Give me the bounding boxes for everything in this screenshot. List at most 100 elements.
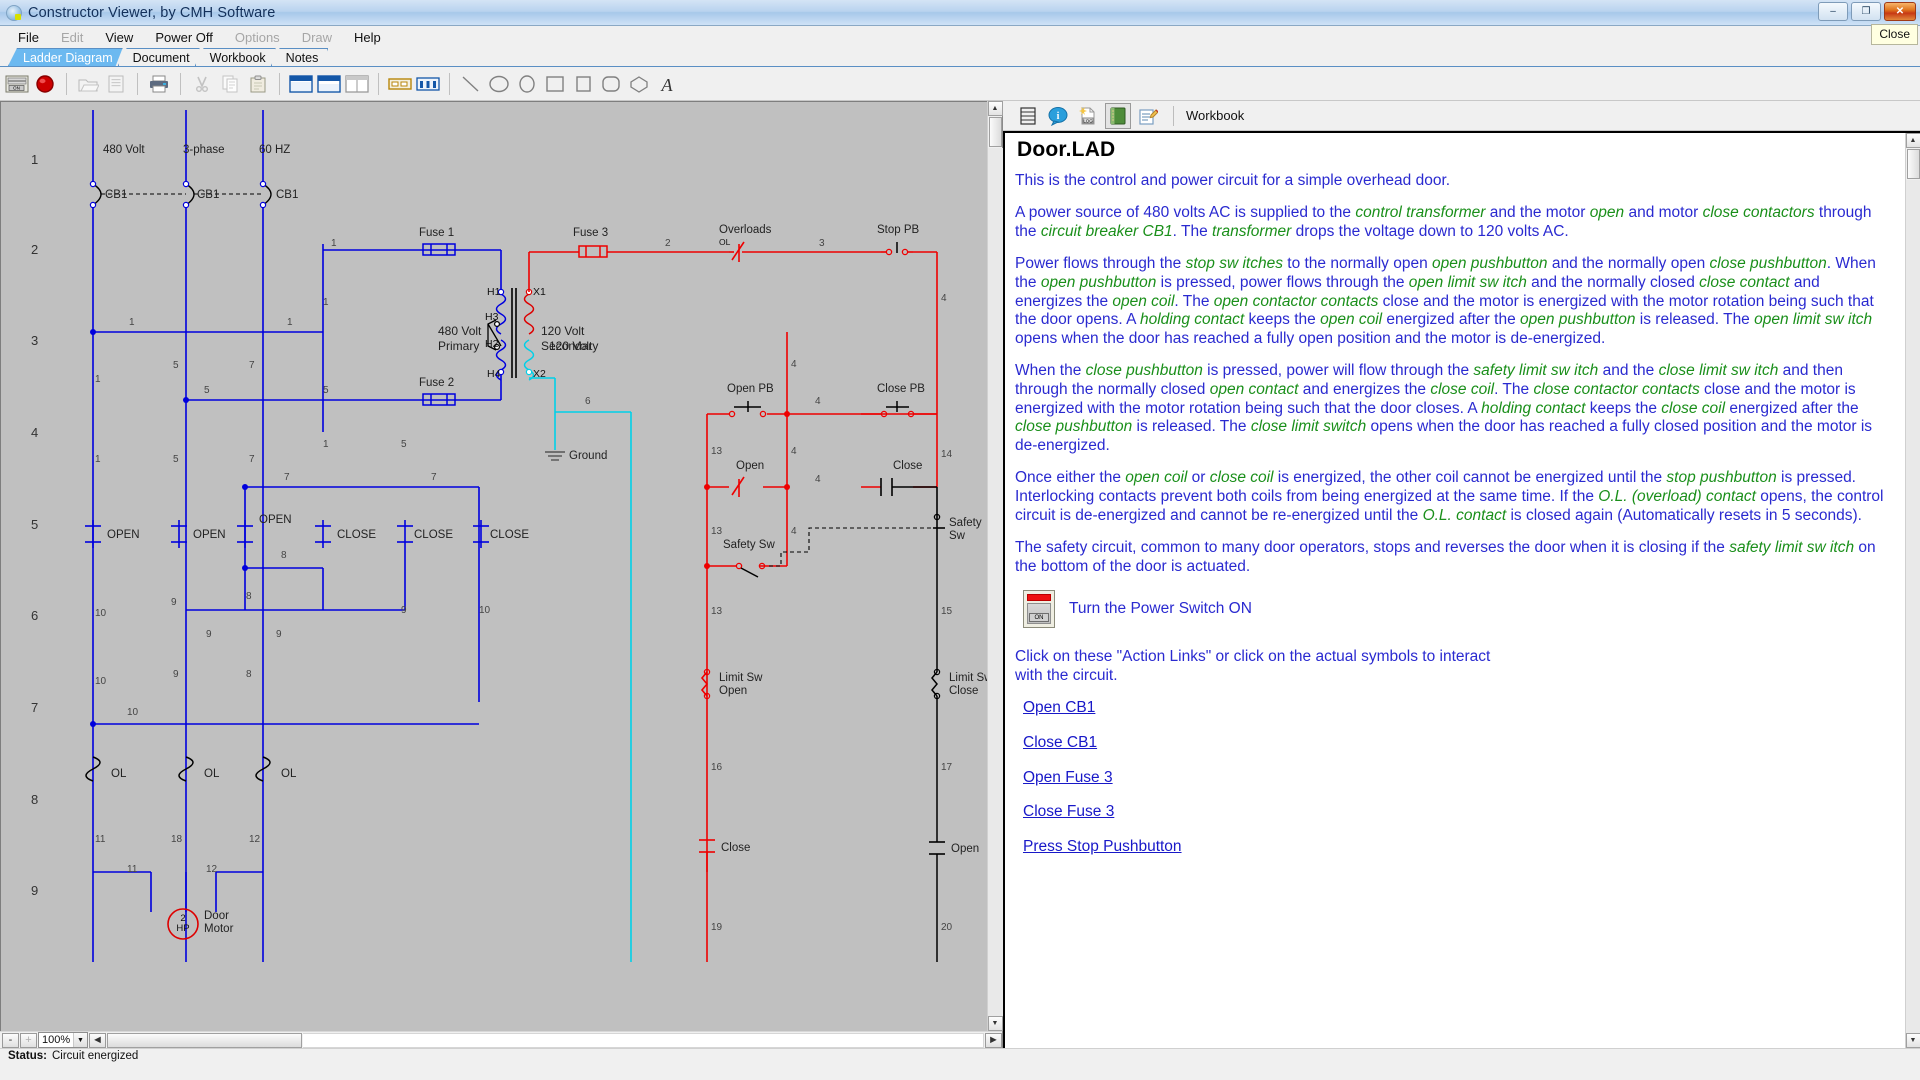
workbook-scroll-up-button[interactable]: ▲ (1905, 133, 1920, 148)
svg-text:3-phase: 3-phase (183, 144, 225, 156)
hscroll-track[interactable] (303, 1032, 984, 1048)
power-switch-icon[interactable]: ON (4, 71, 30, 97)
power-switch-action-row[interactable]: ON Turn the Power Switch ON (1023, 590, 1891, 629)
svg-text:X1: X1 (533, 286, 546, 298)
wiring-diagram-icon[interactable] (415, 71, 441, 97)
indicator-lamp-icon[interactable] (32, 71, 58, 97)
layout-top-icon[interactable] (288, 71, 314, 97)
menu-item-file[interactable]: File (7, 28, 50, 47)
tab-ladder-diagram[interactable]: Ladder Diagram (8, 48, 123, 66)
svg-text:12: 12 (249, 834, 261, 845)
svg-text:ON: ON (13, 85, 20, 90)
hscroll-left-button[interactable]: ◄ (89, 1032, 106, 1048)
menu-item-view[interactable]: View (94, 28, 144, 47)
menu-item-options: Options (234, 29, 280, 45)
action-link-press-stop-pushbutton[interactable]: Press Stop Pushbutton (1023, 838, 1891, 857)
workbook-paragraph: A power source of 480 volts AC is suppli… (1015, 204, 1872, 240)
power-switch-action-label: Turn the Power Switch ON (1069, 599, 1252, 617)
svg-text:4: 4 (791, 526, 797, 537)
workbook-toolbar-label: Workbook (1186, 108, 1245, 123)
tab-document[interactable]: Document (118, 48, 200, 66)
canvas-vertical-scrollbar[interactable]: ▲ ▼ (987, 101, 1003, 1031)
svg-text:OL: OL (204, 768, 220, 780)
text-tool-icon[interactable]: A (654, 71, 680, 97)
svg-text:7: 7 (431, 472, 437, 483)
chevron-down-icon[interactable]: ▼ (73, 1033, 87, 1047)
svg-text:1: 1 (31, 152, 38, 167)
zoom-in-button[interactable]: + (20, 1032, 37, 1048)
svg-text:8: 8 (246, 591, 252, 602)
svg-text:Primary: Primary (438, 339, 479, 353)
square-tool-icon[interactable] (570, 71, 596, 97)
svg-text:480 Volt: 480 Volt (103, 144, 145, 156)
workbook-vscroll-track[interactable] (1905, 180, 1920, 1033)
workbook-paragraph: Once either the open coil or close coil … (1015, 469, 1884, 524)
vscroll-track[interactable] (987, 148, 1003, 1016)
close-button[interactable]: ✕ (1884, 2, 1916, 21)
svg-text:OL: OL (111, 768, 127, 780)
svg-text:4: 4 (941, 293, 947, 304)
svg-text:CB1: CB1 (276, 189, 298, 201)
svg-text:2: 2 (665, 238, 671, 249)
print-icon[interactable] (146, 71, 172, 97)
line-tool-icon[interactable] (458, 71, 484, 97)
svg-text:1: 1 (95, 454, 101, 465)
scroll-down-button[interactable]: ▼ (987, 1016, 1003, 1031)
svg-text:4: 4 (31, 425, 38, 440)
workbook-paragraph: When the close pushbutton is pressed, po… (1015, 362, 1873, 454)
zoom-level-combobox[interactable]: 100% ▼ (38, 1032, 88, 1048)
minimize-button[interactable]: – (1818, 2, 1848, 21)
vscroll-thumb[interactable] (988, 117, 1002, 147)
paste-icon[interactable] (245, 71, 271, 97)
ellipse-tool-icon[interactable] (486, 71, 512, 97)
polygon-tool-icon[interactable] (626, 71, 652, 97)
workbook-icon[interactable] (1105, 102, 1131, 129)
terminal-strip-icon[interactable] (387, 71, 413, 97)
power-switch-icon[interactable]: ON (1023, 590, 1055, 629)
log-file-icon[interactable]: LOG (1075, 103, 1101, 129)
svg-text:8: 8 (281, 550, 287, 561)
action-link-open-fuse-3[interactable]: Open Fuse 3 (1023, 769, 1891, 788)
svg-text:1: 1 (323, 439, 329, 450)
workbook-text[interactable]: Door.LAD This is the control and power c… (1005, 133, 1905, 1048)
svg-text:OL: OL (719, 237, 731, 247)
rectangle-tool-icon[interactable] (542, 71, 568, 97)
svg-text:HP: HP (176, 923, 189, 934)
workbook-body: Door.LAD This is the control and power c… (1003, 131, 1920, 1048)
workbook-vscroll-thumb[interactable] (1906, 149, 1920, 179)
ladder-diagram-canvas[interactable]: 1 2 3 4 5 6 7 8 9 CB1 CB1 CB1 480 Volt 3… (0, 101, 987, 1031)
arc-tool-icon[interactable] (514, 71, 540, 97)
action-link-close-cb1[interactable]: Close CB1 (1023, 734, 1891, 753)
svg-text:OPEN: OPEN (107, 529, 140, 541)
ladder-diagram-icon[interactable] (1015, 103, 1041, 129)
svg-text:16: 16 (711, 762, 723, 773)
info-balloon-icon[interactable]: i (1045, 103, 1071, 129)
menu-item-help[interactable]: Help (343, 28, 392, 47)
rounded-rect-tool-icon[interactable] (598, 71, 624, 97)
zoom-out-button[interactable]: - (2, 1032, 19, 1048)
menu-item-power-off[interactable]: Power Off (144, 28, 224, 47)
close-tooltip: Close (1871, 24, 1918, 45)
workbook-vertical-scrollbar[interactable]: ▲ ▼ (1905, 133, 1920, 1048)
svg-text:13: 13 (711, 606, 723, 617)
svg-text:5: 5 (323, 385, 329, 396)
layout-split-icon[interactable] (344, 71, 370, 97)
svg-text:Close: Close (949, 685, 978, 697)
svg-text:1: 1 (129, 317, 135, 328)
action-link-close-fuse-3[interactable]: Close Fuse 3 (1023, 803, 1891, 822)
ladder-diagram-svg[interactable]: 1 2 3 4 5 6 7 8 9 CB1 CB1 CB1 480 Volt 3… (1, 102, 987, 1017)
hscroll-thumb[interactable] (107, 1032, 302, 1048)
svg-text:1: 1 (287, 317, 293, 328)
tab-notes[interactable]: Notes (271, 48, 329, 66)
workbook-scroll-down-button[interactable]: ▼ (1905, 1033, 1920, 1048)
main-split: 1 2 3 4 5 6 7 8 9 CB1 CB1 CB1 480 Volt 3… (0, 101, 1920, 1048)
maximize-button[interactable]: ❐ (1851, 2, 1881, 21)
layout-bottom-icon[interactable] (316, 71, 342, 97)
notes-edit-icon[interactable] (1135, 103, 1161, 129)
hscroll-right-button[interactable]: ► (985, 1032, 1002, 1048)
svg-text:5: 5 (401, 439, 407, 450)
svg-text:8: 8 (246, 669, 252, 680)
scroll-up-button[interactable]: ▲ (987, 101, 1003, 116)
tab-workbook[interactable]: Workbook (195, 48, 276, 66)
action-link-open-cb1[interactable]: Open CB1 (1023, 699, 1891, 718)
